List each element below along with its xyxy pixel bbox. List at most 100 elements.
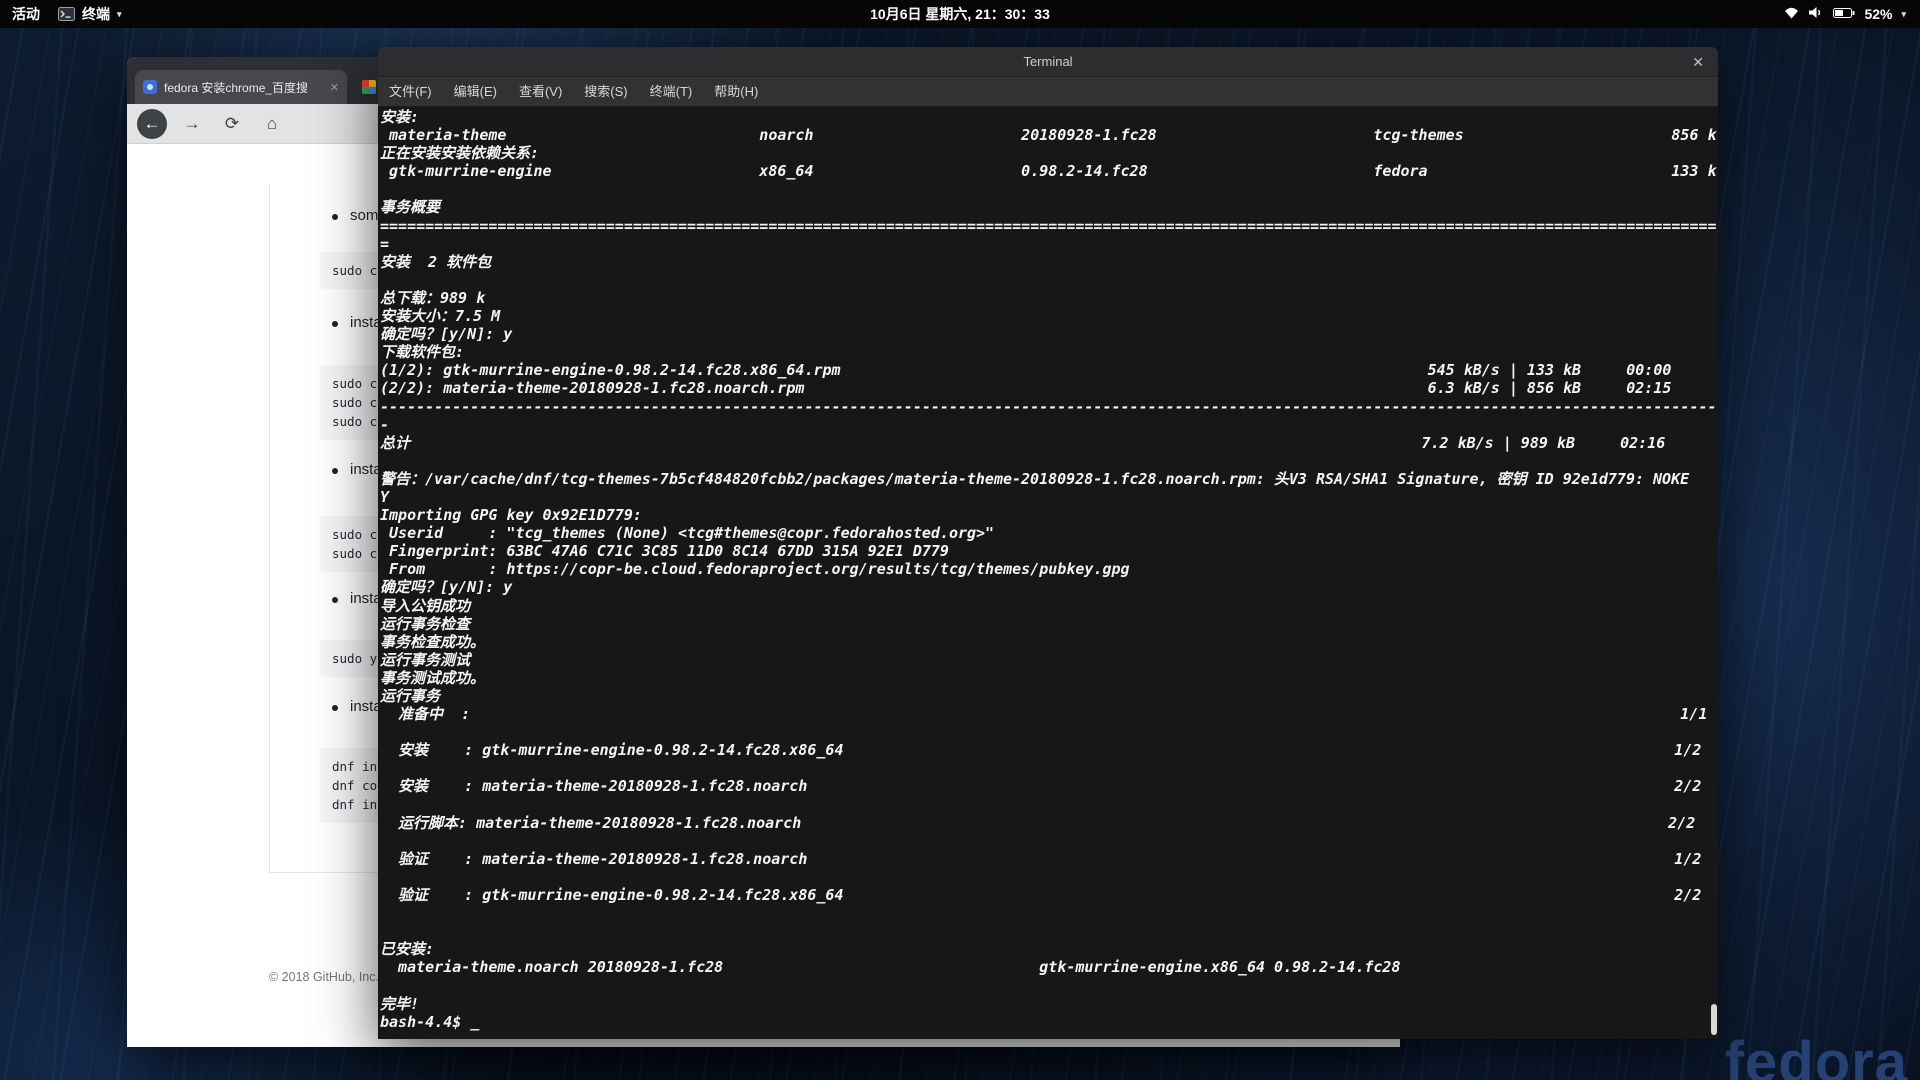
terminal-line: 安装大小：7.5 M [380,307,501,326]
terminal-line: ========================================… [380,216,1717,235]
terminal-line: 导入公钥成功 [380,596,471,615]
terminal-line: 总计 7.2 kB/s | 989 kB 02:16 [380,433,1666,452]
terminal-line: 事务检查成功。 [380,632,486,651]
tab-close-icon[interactable]: ✕ [330,81,339,94]
terminal-line: 安装 : gtk-murrine-engine-0.98.2-14.fc28.x… [380,741,1702,760]
network-icon [1784,6,1799,22]
terminal-line: 事务概要 [380,198,441,217]
terminal-line: gtk-murrine-engine x86_64 0.98.2-14.fc28… [380,162,1717,181]
system-status-area[interactable]: 52% ▾ [1778,0,1912,28]
list-item: som [332,207,378,224]
top-bar: 活动 终端 ▾ 10月6日 星期六, 21：30：33 52% ▾ [0,0,1920,28]
bullet-text: insta [350,698,382,715]
terminal-window: Terminal ✕ 文件(F) 编辑(E) 查看(V) 搜索(S) 终端(T) 帮助(H… [378,47,1718,1039]
bullet-text: insta [350,461,382,478]
bullet-icon [332,214,338,220]
clock[interactable]: 10月6日 星期六, 21：30：33 [0,4,1920,24]
reload-button[interactable]: ⟳ [217,109,247,139]
bullet-text: insta [350,590,382,607]
terminal-line: 警告：/var/cache/dnf/tcg-themes-7b5cf484820… [380,469,1690,488]
github-footer-text: © 2018 GitHub, Inc. [269,970,379,984]
menu-item[interactable]: 帮助(H) [703,77,769,107]
terminal-line: - [380,415,390,434]
terminal-line: 准备中 : 1/1 [380,705,1708,724]
volume-icon [1808,6,1824,22]
terminal-line: 安装 2 软件包 [380,252,492,271]
terminal-line: From : https://copr-be.cloud.fedoraproje… [380,560,1130,579]
terminal-line: ----------------------------------------… [380,397,1717,416]
terminal-line: Fingerprint: 63BC 47A6 C71C 3C85 11D0 8C… [380,542,949,561]
terminal-line: 验证 : gtk-murrine-engine-0.98.2-14.fc28.x… [380,886,1702,905]
bullet-text: insta [350,314,382,331]
terminal-menubar: 文件(F) 编辑(E) 查看(V) 搜索(S) 终端(T) 帮助(H) [378,77,1718,107]
battery-icon [1833,6,1855,22]
bullet-icon [332,468,338,474]
terminal-line: bash-4.4$ _ [380,1012,480,1031]
scrollbar-thumb[interactable] [1711,1004,1717,1035]
terminal-line: 下载软件包: [380,343,465,362]
menu-item[interactable]: 终端(T) [639,77,704,107]
terminal-output[interactable]: 安装: materia-theme noarch 20180928-1.fc28… [378,107,1718,1039]
battery-percent: 52% [1864,6,1893,22]
second-tab-favicon-icon[interactable] [362,80,376,94]
terminal-line: 安装 : materia-theme-20180928-1.fc28.noarc… [380,777,1702,796]
terminal-line: 运行脚本: materia-theme-20180928-1.fc28.noar… [380,813,1696,832]
terminal-titlebar[interactable]: Terminal ✕ [378,47,1718,77]
bullet-text: som [350,207,379,224]
menu-item[interactable]: 编辑(E) [443,77,508,107]
terminal-line: 已安装: [380,940,435,959]
list-item: insta [332,461,382,478]
terminal-line: 事务测试成功。 [380,668,486,687]
terminal-line: 确定吗？[y/N]: y [380,578,513,597]
content-card-border [269,184,270,872]
terminal-window-title: Terminal [1023,54,1073,69]
list-item: insta [332,314,382,331]
home-button[interactable]: ⌂ [257,109,287,139]
terminal-line: 验证 : materia-theme-20180928-1.fc28.noarc… [380,849,1702,868]
list-item: insta [332,698,382,715]
fedora-wallpaper-logo: fedora [1724,1030,1908,1080]
terminal-line: 运行事务测试 [380,650,471,669]
menu-item[interactable]: 文件(F) [378,77,443,107]
menu-item[interactable]: 查看(V) [508,77,573,107]
terminal-line: 完毕! [380,994,420,1013]
bullet-icon [332,321,338,327]
terminal-line: 总下载：989 k [380,288,486,307]
terminal-line: 确定吗？[y/N]: y [380,325,513,344]
terminal-line: 运行事务 [380,687,441,705]
bullet-icon [332,597,338,603]
terminal-line: 正在安装安装依赖关系: [380,144,540,163]
page-favicon-icon [143,80,157,94]
list-item: insta [332,590,382,607]
browser-tab-active[interactable]: fedora 安装chrome_百度搜 ✕ [135,70,347,104]
menu-item[interactable]: 搜索(S) [573,77,638,107]
forward-button[interactable]: → [177,109,207,139]
back-button[interactable]: ← [137,108,167,139]
bullet-icon [332,705,338,711]
terminal-line: Importing GPG key 0x92E1D779: [380,506,642,525]
chevron-down-icon: ▾ [1901,8,1906,19]
terminal-line: Y [380,487,390,506]
terminal-line: materia-theme.noarch 20180928-1.fc28 gtk… [380,958,1401,977]
close-window-icon[interactable]: ✕ [1692,47,1704,77]
tab-title: fedora 安装chrome_百度搜 [164,80,309,95]
terminal-line: (1/2): gtk-murrine-engine-0.98.2-14.fc28… [380,361,1672,380]
terminal-line: (2/2): materia-theme-20180928-1.fc28.noa… [380,379,1672,398]
terminal-line: materia-theme noarch 20180928-1.fc28 tcg… [380,126,1717,145]
terminal-line: 安装: [380,108,420,126]
terminal-line: = [380,234,390,253]
terminal-line: 运行事务检查 [380,614,471,633]
desktop-background: fedora fedora 安装chrome_百度搜 ✕ ← → ⟳ ⌂ som… [0,0,1920,1080]
terminal-line: Userid : "tcg_themes (None) <tcg#themes@… [380,524,995,543]
